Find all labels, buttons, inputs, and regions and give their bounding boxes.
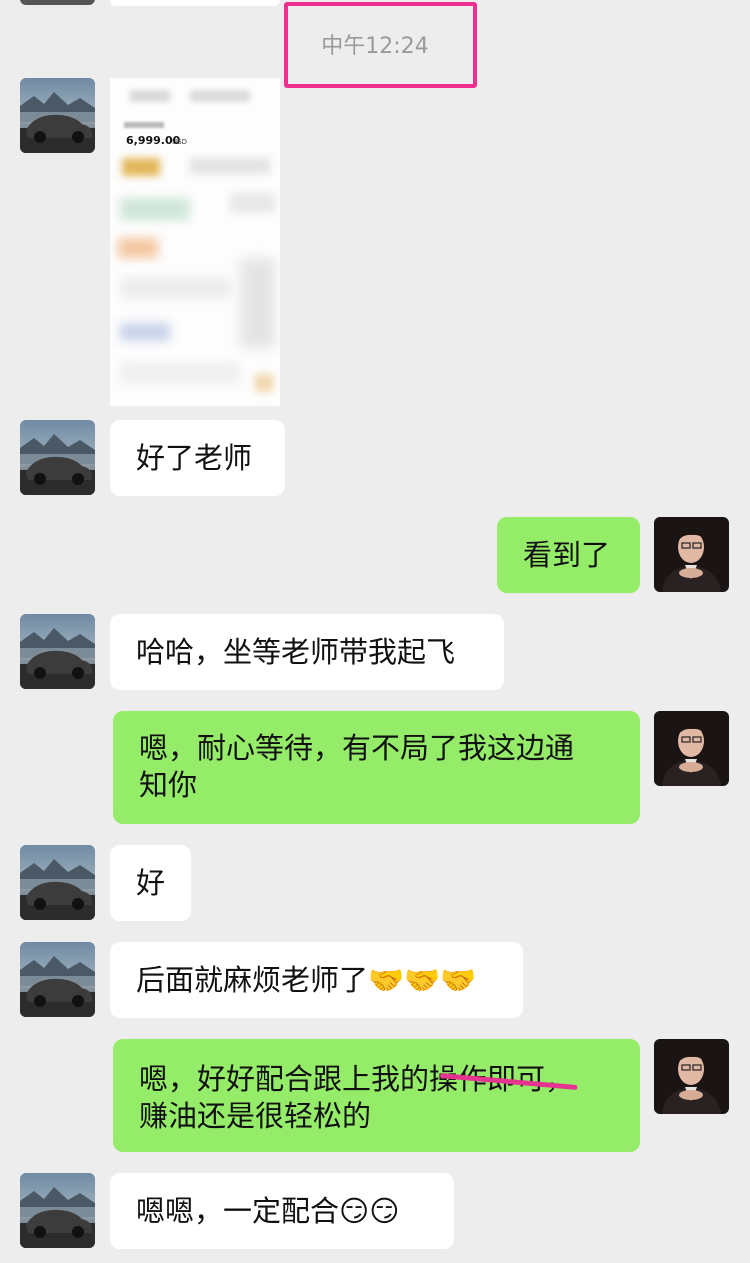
message-text: 嗯，好好配合跟上我的操作即可， 赚油还是很轻松的 [139,1062,575,1133]
message-text: 看到了 [523,538,611,572]
person-avatar-icon [654,711,729,786]
outgoing-message-bubble[interactable]: 看到了 [497,517,640,593]
message-text: 好 [136,866,166,900]
contact-avatar[interactable] [20,942,95,1017]
screenshot-unit: USD [172,138,187,146]
car-avatar-icon [20,420,95,495]
message-text: 嗯，耐心等待，有不局了我这边通 知你 [139,731,575,802]
blur-block [190,158,270,174]
previous-message-fragment [110,0,280,6]
car-avatar-icon [20,614,95,689]
message-text: 好了老师 [136,441,253,475]
car-avatar-icon [20,845,95,920]
car-avatar-icon [20,1173,95,1248]
blur-block [190,90,250,102]
incoming-message-bubble[interactable]: 好 [110,845,191,921]
blur-block [240,258,275,348]
self-avatar[interactable] [654,517,729,592]
blur-block [118,238,158,258]
message-text: 后面就麻烦老师了🤝🤝🤝 [136,963,477,997]
blur-block [120,323,170,341]
car-avatar-icon [20,942,95,1017]
incoming-message-bubble[interactable]: 后面就麻烦老师了🤝🤝🤝 [110,942,523,1018]
contact-avatar[interactable] [20,78,95,153]
blur-block [122,158,160,176]
contact-avatar[interactable] [20,1173,95,1248]
self-avatar[interactable] [654,711,729,786]
blur-block [230,193,275,213]
blur-block [120,198,190,220]
contact-avatar[interactable] [20,614,95,689]
contact-avatar[interactable] [20,845,95,920]
person-avatar-icon [654,1039,729,1114]
incoming-message-bubble[interactable]: 哈哈，坐等老师带我起飞 [110,614,504,690]
blur-block [255,374,273,392]
contact-avatar[interactable] [20,420,95,495]
blur-block [130,90,170,102]
car-avatar-icon [20,78,95,153]
image-message-blurred-screenshot[interactable]: 6,999.00 USD [110,78,280,406]
person-avatar-icon [654,517,729,592]
outgoing-message-bubble[interactable]: 嗯，耐心等待，有不局了我这边通 知你 [113,711,640,824]
incoming-message-bubble[interactable]: 好了老师 [110,420,285,496]
outgoing-message-bubble[interactable]: 嗯，好好配合跟上我的操作即可， 赚油还是很轻松的 [113,1039,640,1152]
blur-block [120,278,230,298]
contact-avatar[interactable] [20,0,95,5]
message-text: 嗯嗯，一定配合😏😏 [136,1194,400,1228]
blur-block [120,363,240,383]
incoming-message-bubble[interactable]: 嗯嗯，一定配合😏😏 [110,1173,454,1249]
self-avatar[interactable] [654,1039,729,1114]
blur-block [124,122,164,128]
message-text: 哈哈，坐等老师带我起飞 [136,635,456,669]
timestamp-highlight-box [284,2,477,88]
